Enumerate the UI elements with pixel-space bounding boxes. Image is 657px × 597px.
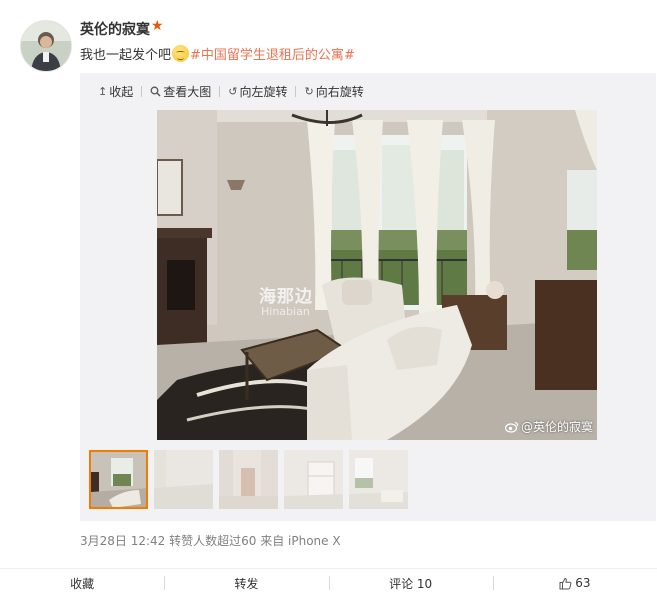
thumbnail-doorway[interactable] [219,450,278,509]
rotate-right-button[interactable]: ↻ 向右旋转 [304,83,363,100]
rotate-left-icon: ↺ [228,85,238,98]
thumbnail-strip [89,450,414,509]
thumbnail-living-room[interactable] [89,450,148,509]
photo-credit-label: @英伦的寂寞 [520,420,593,434]
thumbnail-room-with-shelf[interactable] [284,450,343,509]
topic-link[interactable]: 中国留学生退租后的公寓 [201,48,344,63]
toolbar-divider [219,86,221,97]
comment-button[interactable]: 评论 10 [328,569,493,597]
username[interactable]: 英伦的寂寞 [80,19,150,39]
photo-credit: @英伦的寂寞 [504,418,593,435]
repost-label: 转发 [234,576,259,591]
favorite-label: 收藏 [70,576,95,591]
post-text-prefix: 我也一起发个吧 [80,48,172,63]
thumbnail-empty-room[interactable] [154,450,213,509]
media-viewer: ↥ 收起 查看大图 ↺ 向左旋转 ↻ 向右旋转 海那边 Hinabian @英伦… [80,73,656,521]
repost-button[interactable]: 转发 [164,569,328,597]
member-badge-icon[interactable]: ★ [151,18,164,34]
main-photo[interactable]: 海那边 Hinabian @英伦的寂寞 [157,110,597,440]
topic-hash-open: # [190,48,201,63]
toolbar-divider [141,86,143,97]
collapse-button[interactable]: ↥ 收起 [98,83,133,100]
media-toolbar: ↥ 收起 查看大图 ↺ 向左旋转 ↻ 向右旋转 [98,83,372,100]
view-large-label: 查看大图 [163,85,212,99]
collapse-label: 收起 [109,85,134,99]
post-text: 我也一起发个吧 #中国留学生退租后的公寓# [80,44,355,63]
action-bar: 收藏 转发 评论 10 63 [0,569,657,597]
weibo-icon [504,421,519,433]
rotate-left-button[interactable]: ↺ 向左旋转 [228,83,287,100]
like-button[interactable]: 63 [492,569,657,597]
favorite-button[interactable]: 收藏 [0,569,164,597]
watermark-subtitle: Hinabian [261,305,310,318]
zoom-icon [150,86,161,97]
watermark-logo: 海那边 [259,287,313,307]
smug-face-emoji-icon [172,45,190,62]
thumbnail-window-room[interactable] [349,450,408,509]
rotate-left-label: 向左旋转 [239,85,288,99]
thumbs-up-icon [559,577,572,589]
collapse-icon: ↥ [98,85,108,98]
view-large-button[interactable]: 查看大图 [150,83,211,100]
avatar[interactable] [20,20,72,72]
rotate-right-label: 向右旋转 [315,85,364,99]
rotate-right-icon: ↻ [304,85,314,98]
comment-label: 评论 10 [389,576,433,591]
topic-hash-close: # [343,48,355,63]
post-meta: 3月28日 12:42 转赞人数超过60 来自 iPhone X [80,534,341,548]
like-count: 63 [575,576,591,590]
toolbar-divider [295,86,297,97]
